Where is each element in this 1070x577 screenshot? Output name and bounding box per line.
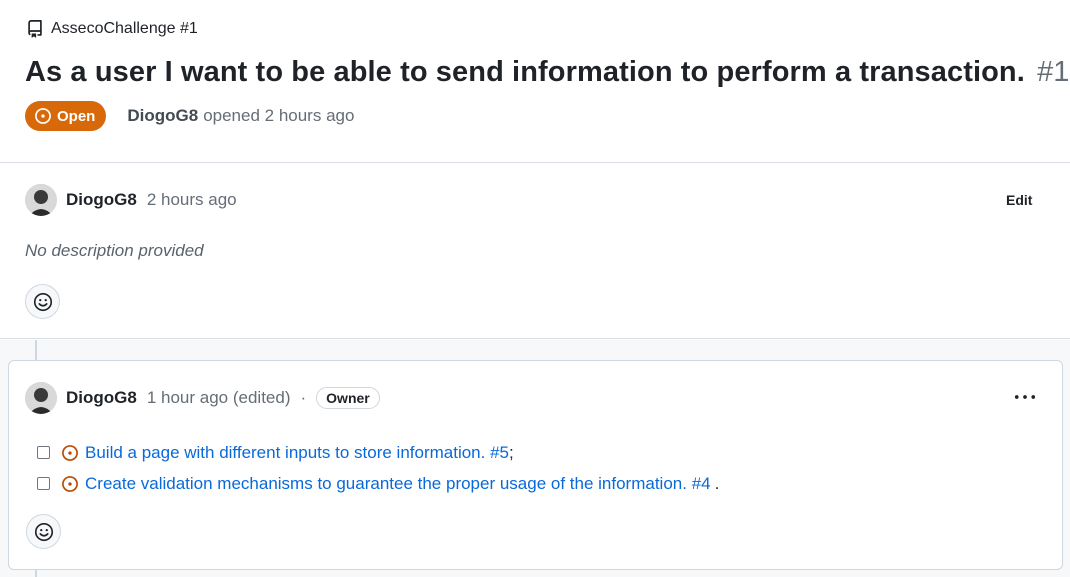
- task-list-item: Create validation mechanisms to guarante…: [37, 468, 719, 499]
- task-suffix: .: [714, 473, 720, 493]
- meta-separator: ·: [300, 388, 307, 407]
- issue-opened-icon: [35, 108, 51, 124]
- task-list: Build a page with different inputs to st…: [37, 437, 719, 499]
- comment-time[interactable]: 1 hour ago (edited): [147, 388, 291, 408]
- issue-author-link[interactable]: DiogoG8: [127, 106, 198, 126]
- body-author[interactable]: DiogoG8: [66, 190, 137, 210]
- issue-number: #1: [1037, 56, 1070, 88]
- repo-icon: [28, 20, 42, 38]
- repo-breadcrumb[interactable]: AssecoChallenge #1: [26, 20, 198, 38]
- body-time[interactable]: 2 hours ago: [147, 190, 237, 210]
- comment-options-button[interactable]: [1013, 390, 1037, 404]
- task-suffix: ;: [509, 442, 514, 462]
- task-checkbox[interactable]: [37, 477, 50, 490]
- smiley-icon: [33, 292, 52, 311]
- issue-meta: Open DiogoG8 opened 2 hours ago: [25, 101, 354, 131]
- comment-author[interactable]: DiogoG8: [66, 388, 137, 408]
- issue-description: No description provided: [25, 241, 204, 260]
- issue-opened-icon: [62, 475, 78, 492]
- smiley-icon: [34, 522, 53, 541]
- task-issue-link[interactable]: Build a page with different inputs to st…: [85, 443, 509, 463]
- add-reaction-button[interactable]: [25, 284, 60, 319]
- comment-header: DiogoG8 1 hour ago (edited) · Owner: [25, 382, 380, 414]
- task-issue-link[interactable]: Create validation mechanisms to guarante…: [85, 474, 711, 494]
- issue-title-text: As a user I want to be able to send info…: [25, 56, 1025, 88]
- issue-opened-text: opened 2 hours ago: [203, 106, 355, 125]
- issue-title: As a user I want to be able to send info…: [25, 56, 1070, 89]
- avatar[interactable]: [25, 184, 57, 216]
- owner-badge: Owner: [316, 387, 380, 409]
- add-reaction-button[interactable]: [26, 514, 61, 549]
- body-header: DiogoG8 2 hours ago: [25, 184, 237, 216]
- task-list-item: Build a page with different inputs to st…: [37, 437, 719, 468]
- issue-opened-icon: [62, 444, 78, 461]
- status-badge: Open: [25, 101, 107, 131]
- edit-button[interactable]: Edit: [1006, 192, 1032, 208]
- task-checkbox[interactable]: [37, 446, 50, 459]
- avatar[interactable]: [25, 382, 57, 414]
- repo-name[interactable]: AssecoChallenge #1: [51, 20, 198, 38]
- status-label: Open: [57, 107, 96, 125]
- kebab-horizontal-icon: [1014, 395, 1036, 399]
